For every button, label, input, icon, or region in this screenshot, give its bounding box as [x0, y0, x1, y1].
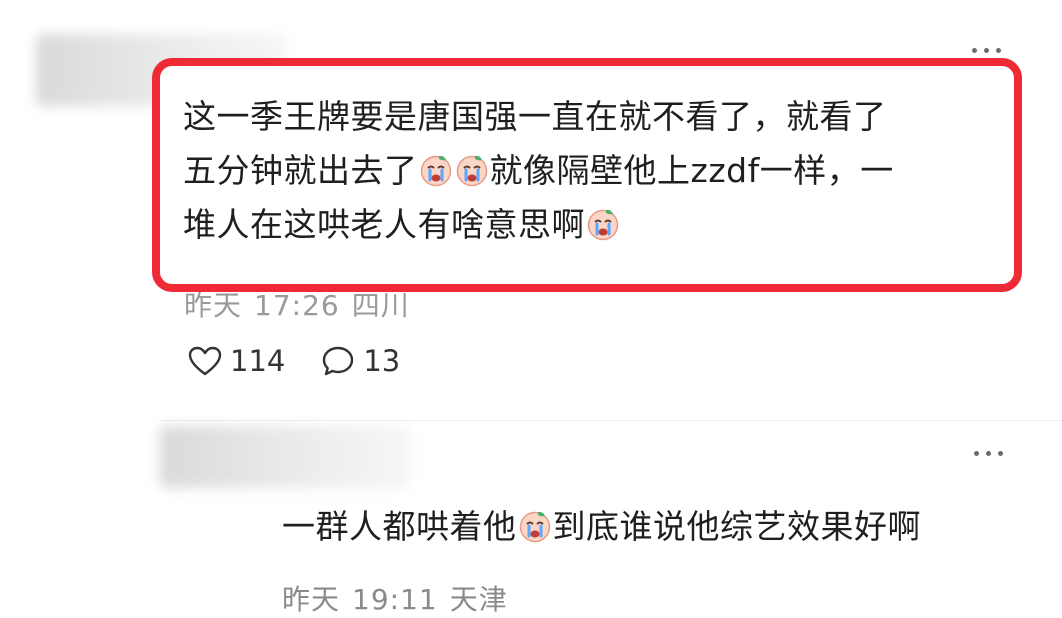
more-dot-icon — [996, 48, 1001, 53]
like-count: 114 — [230, 344, 286, 378]
comment-location: 天津 — [449, 583, 508, 616]
comment-date: 昨天 — [184, 289, 243, 322]
more-dot-icon — [986, 451, 991, 456]
comment-segment: 一群人都哄着他 — [282, 507, 517, 546]
comment-date: 昨天 — [282, 583, 341, 616]
comment-actions: 114 13 — [188, 344, 400, 378]
comment-location: 四川 — [351, 289, 410, 322]
comment-time: 17:26 — [254, 289, 340, 322]
more-dot-icon — [974, 451, 979, 456]
comment-line: 堆人在这哄老人有啥意思啊 — [183, 198, 894, 252]
more-dot-icon — [972, 48, 977, 53]
comment-line: 五分钟就出去了 就像隔壁他上zzdf一样，一 — [183, 144, 894, 198]
reply-text: 一群人都哄着他 到底谁说他综艺效果好啊 — [282, 500, 921, 554]
more-dot-icon — [984, 48, 989, 53]
more-options-button[interactable] — [974, 451, 1003, 456]
reply-button[interactable]: 13 — [321, 344, 400, 378]
heart-outline-icon — [188, 346, 222, 376]
comment-line: 这一季王牌要是唐国强一直在就不看了，就看了 — [183, 97, 887, 136]
blurred-username — [160, 426, 410, 488]
comment-divider — [160, 420, 1062, 421]
comment-segment: 堆人在这哄老人有啥意思啊 — [183, 205, 585, 244]
reply-meta: 昨天 19:11 天津 — [282, 578, 508, 618]
crying-face-emoji-icon — [586, 207, 620, 241]
more-options-button[interactable] — [972, 48, 1001, 53]
more-dot-icon — [998, 451, 1003, 456]
comment-text: 这一季王牌要是唐国强一直在就不看了，就看了 五分钟就出去了 就像隔壁他上zzdf一… — [183, 90, 894, 252]
reply-count: 13 — [363, 344, 401, 378]
comment-time: 19:11 — [352, 583, 438, 616]
crying-face-emoji-icon — [419, 153, 453, 187]
speech-bubble-icon — [323, 346, 354, 376]
comment-segment: 就像隔壁他上zzdf一样，一 — [489, 151, 894, 190]
crying-face-emoji-icon — [518, 509, 552, 543]
comment-segment: 五分钟就出去了 — [183, 151, 418, 190]
like-button[interactable]: 114 — [188, 344, 285, 378]
crying-face-emoji-icon — [455, 153, 489, 187]
comment-segment: 到底谁说他综艺效果好啊 — [552, 507, 921, 546]
comments-page: 昨天 17:26 四川 这一季王牌要是唐国强一直在就不看了，就看了 五分钟就出去了 就… — [0, 0, 1062, 618]
